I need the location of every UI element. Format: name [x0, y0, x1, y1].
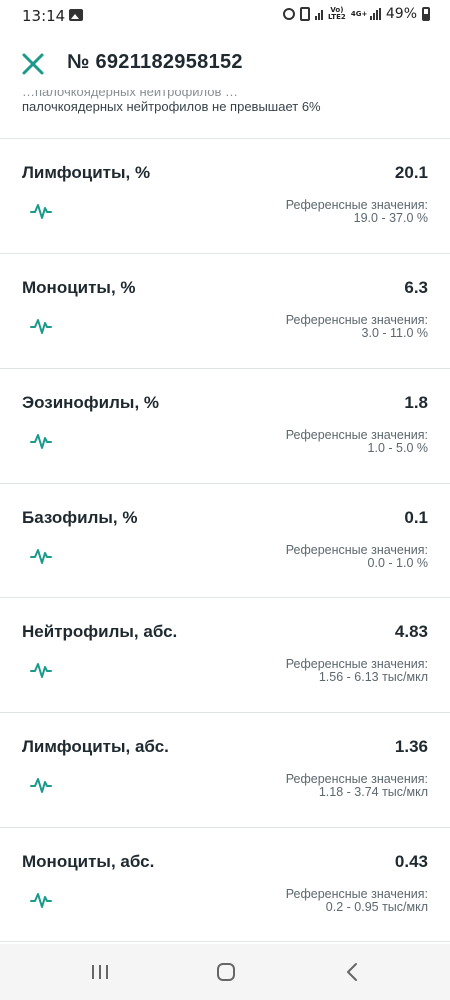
partial-note-line-1: …палочкоядерных нейтрофилов … [22, 90, 239, 99]
recent-apps-button[interactable] [89, 962, 111, 982]
result-name: Эозинофилы, % [22, 393, 160, 412]
reference-values: Референсные значения: 1.18 - 3.74 тыс/мк… [286, 773, 428, 799]
network-label: Vo) LTE2 [328, 6, 346, 21]
chart-icon [30, 549, 52, 564]
app-header: № 6921182958152 [0, 32, 450, 94]
status-icons: Vo) LTE2 4G+ 49% [282, 6, 430, 22]
chart-button[interactable] [30, 658, 52, 680]
partial-note-line-2: палочкоядерных нейтрофилов не превышает … [22, 99, 321, 114]
result-row[interactable]: Нейтрофилы, абс. 4.83 Референсные значен… [0, 597, 450, 711]
network-type: 4G+ [350, 9, 368, 18]
reference-values: Референсные значения: 3.0 - 11.0 % [286, 314, 428, 340]
result-value: 20.1 [394, 163, 428, 182]
home-icon [217, 963, 235, 981]
reference-values: Референсные значения: 1.0 - 5.0 % [286, 429, 428, 455]
signal-icon [314, 8, 323, 20]
reference-values: Референсные значения: 0.2 - 0.95 тыс/мкл [286, 888, 428, 914]
reference-values: Референсные значения: 0.0 - 1.0 % [286, 544, 428, 570]
reference-values: Референсные значения: 1.56 - 6.13 тыс/мк… [286, 658, 428, 684]
battery-icon [422, 7, 430, 21]
chart-button[interactable] [30, 773, 52, 795]
result-row[interactable]: Лимфоциты, % 20.1 Референсные значения: … [0, 138, 450, 252]
home-button[interactable] [215, 962, 237, 982]
reference-range: 19.0 - 37.0 % [353, 211, 428, 225]
result-name: Лимфоциты, абс. [22, 737, 169, 756]
chart-button[interactable] [30, 199, 52, 221]
result-value: 6.3 [404, 278, 428, 297]
chart-button[interactable] [30, 888, 52, 910]
reference-range: 1.18 - 3.74 тыс/мкл [318, 785, 428, 799]
partial-note: …палочкоядерных нейтрофилов … палочкояде… [22, 90, 432, 114]
result-value: 1.36 [394, 737, 428, 756]
gallery-notification-icon [69, 9, 83, 21]
result-row[interactable]: Моноциты, абс. 0.43 Референсные значения… [0, 827, 450, 941]
system-nav-bar [0, 944, 450, 1000]
close-button[interactable] [18, 49, 48, 79]
battery-percent: 49% [385, 6, 417, 22]
chart-icon [30, 204, 52, 219]
chart-button[interactable] [30, 544, 52, 566]
reference-range: 1.56 - 6.13 тыс/мкл [318, 670, 428, 684]
chart-button[interactable] [30, 314, 52, 336]
results-list[interactable]: …палочкоядерных нейтрофилов … палочкояде… [0, 90, 450, 944]
result-row[interactable]: Лимфоциты, абс. 1.36 Референсные значени… [0, 712, 450, 826]
result-name: Нейтрофилы, абс. [22, 622, 178, 641]
chart-icon [30, 319, 52, 334]
chart-icon [30, 663, 52, 678]
result-name: Базофилы, % [22, 508, 138, 527]
reference-values: Референсные значения: 19.0 - 37.0 % [286, 199, 428, 225]
chart-icon [30, 434, 52, 449]
reference-range: 3.0 - 11.0 % [361, 326, 428, 340]
result-row[interactable]: Моноциты, % 6.3 Референсные значения: 3.… [0, 253, 450, 367]
result-name: Моноциты, % [22, 278, 136, 297]
chart-icon [30, 893, 52, 908]
recent-apps-icon [92, 965, 108, 979]
result-row[interactable]: Эозинофилы, % 1.8 Референсные значения: … [0, 368, 450, 482]
result-row[interactable]: Базофилы, % 0.1 Референсные значения: 0.… [0, 483, 450, 597]
result-value: 0.1 [404, 508, 428, 527]
reference-range: 0.0 - 1.0 % [367, 556, 428, 570]
signal-icon-2 [369, 8, 381, 20]
back-button[interactable] [342, 962, 364, 982]
close-icon [22, 53, 44, 75]
reference-range: 0.2 - 0.95 тыс/мкл [325, 900, 428, 914]
list-bottom-divider [0, 941, 450, 942]
status-bar: 13:14 Vo) LTE2 4G+ 49% [0, 0, 450, 32]
result-value: 0.43 [394, 852, 428, 871]
status-time: 13:14 [22, 7, 66, 25]
page-title: № 6921182958152 [67, 51, 243, 73]
reference-range: 1.0 - 5.0 % [367, 441, 428, 455]
chart-button[interactable] [30, 429, 52, 451]
back-icon [347, 963, 357, 981]
alarm-icon [282, 8, 295, 20]
result-name: Моноциты, абс. [22, 852, 155, 871]
result-name: Лимфоциты, % [22, 163, 151, 182]
vibrate-icon [299, 7, 310, 21]
chart-icon [30, 778, 52, 793]
result-value: 1.8 [404, 393, 428, 412]
result-value: 4.83 [394, 622, 428, 641]
